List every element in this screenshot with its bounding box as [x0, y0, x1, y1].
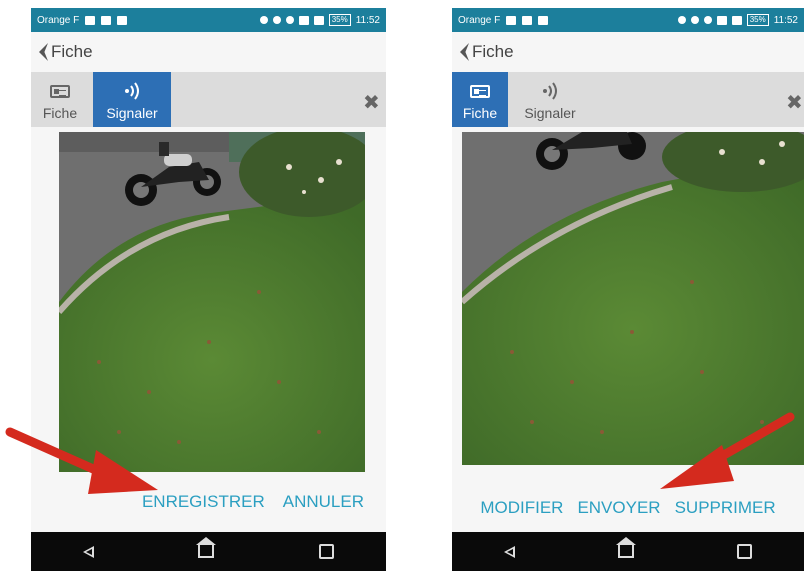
- page-title: Fiche: [51, 42, 93, 61]
- tab-label: Fiche: [42, 105, 78, 121]
- nav-recents-icon[interactable]: [737, 544, 753, 559]
- tab-bar: Fiche Signaler ✖: [31, 72, 386, 127]
- status-bar: Orange F 35% 11:52: [452, 8, 804, 32]
- cell-signal-icon: [313, 15, 324, 25]
- wifi-icon: [716, 15, 727, 25]
- back-icon[interactable]: [39, 43, 48, 61]
- id-card-icon: [470, 84, 490, 98]
- status-bar: Orange F 35% 11:52: [31, 8, 386, 32]
- cell-signal-icon: [731, 15, 742, 25]
- carrier-name: Orange F: [458, 14, 501, 26]
- signal-waves-icon: [543, 82, 557, 100]
- tab-label: Signaler: [106, 105, 158, 121]
- clock: 11:52: [773, 14, 798, 26]
- wifi-icon: [298, 15, 309, 25]
- tab-signaler[interactable]: Signaler: [93, 72, 171, 127]
- page-header: Fiche: [31, 32, 386, 72]
- facebook-icon: [101, 15, 112, 25]
- close-icon[interactable]: ✖: [786, 90, 803, 115]
- annotation-arrow-right: [660, 412, 795, 489]
- nav-back-icon[interactable]: [503, 545, 515, 558]
- bluetooth-icon: [272, 16, 281, 24]
- vibrate-icon: [703, 16, 712, 24]
- tab-bar: Fiche Signaler ✖: [452, 72, 804, 127]
- location-icon: [677, 16, 686, 24]
- page-title: Fiche: [472, 42, 514, 61]
- bluetooth-icon: [690, 16, 699, 24]
- tab-fiche[interactable]: Fiche: [452, 72, 508, 127]
- android-nav-bar: [452, 532, 804, 571]
- mail-icon: [117, 15, 128, 25]
- nav-home-icon[interactable]: [615, 537, 636, 558]
- edit-button[interactable]: MODIFIER: [480, 498, 563, 518]
- signal-waves-icon: [125, 82, 139, 100]
- facebook-icon: [522, 15, 533, 25]
- nav-back-icon[interactable]: [83, 545, 95, 558]
- battery-level: 35%: [746, 14, 769, 26]
- tab-fiche[interactable]: Fiche: [31, 72, 89, 127]
- close-icon[interactable]: ✖: [363, 90, 380, 115]
- android-nav-bar: [31, 532, 386, 571]
- battery-level: 35%: [328, 14, 351, 26]
- location-icon: [259, 16, 268, 24]
- action-bar: MODIFIER ENVOYER SUPPRIMER: [452, 498, 804, 518]
- notification-icon: [85, 15, 96, 25]
- notification-icon: [506, 15, 517, 25]
- send-button[interactable]: ENVOYER: [577, 498, 660, 518]
- annotation-arrow-left: [5, 427, 158, 494]
- page-header: Fiche: [452, 32, 804, 72]
- carrier-name: Orange F: [37, 14, 80, 26]
- tab-label: Fiche: [462, 105, 498, 121]
- tab-label: Signaler: [524, 105, 576, 121]
- id-card-icon: [50, 84, 70, 98]
- delete-button[interactable]: SUPPRIMER: [675, 498, 776, 518]
- clock: 11:52: [355, 14, 380, 26]
- cancel-button[interactable]: ANNULER: [283, 492, 364, 512]
- back-icon[interactable]: [460, 43, 469, 61]
- nav-recents-icon[interactable]: [318, 544, 334, 559]
- nav-home-icon[interactable]: [196, 537, 217, 558]
- mail-icon: [538, 15, 549, 25]
- tab-signaler[interactable]: Signaler: [510, 72, 590, 127]
- vibrate-icon: [285, 16, 294, 24]
